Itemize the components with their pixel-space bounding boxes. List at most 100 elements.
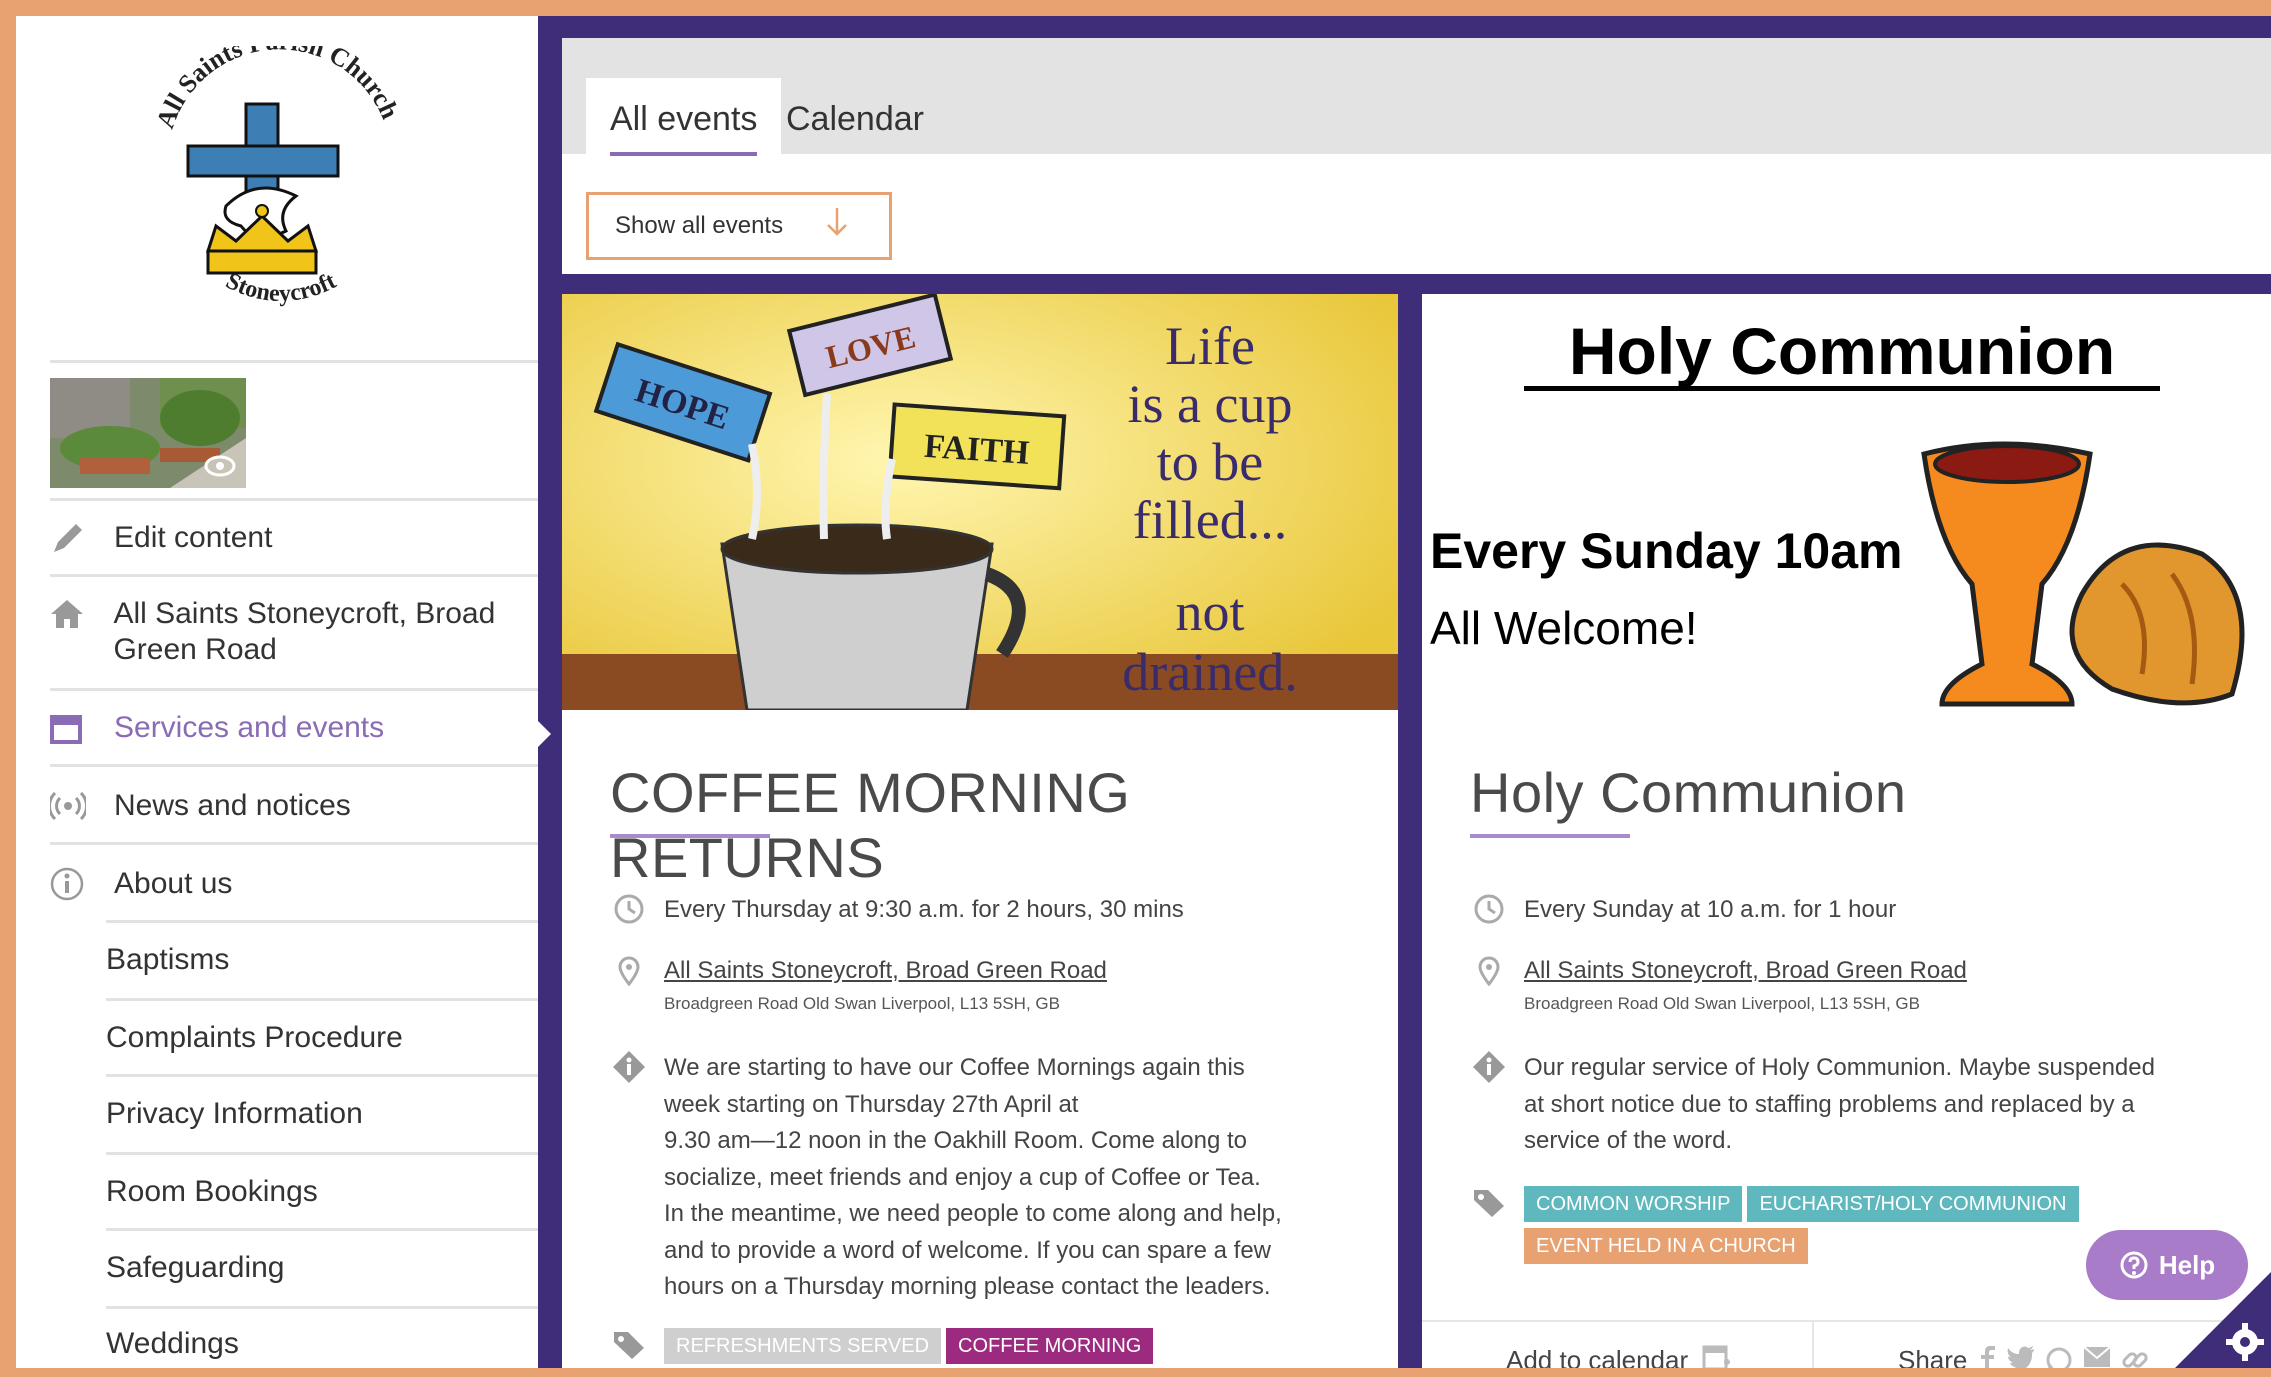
image-text: FAITH — [923, 428, 1030, 472]
whatsapp-icon[interactable] — [2045, 1346, 2073, 1368]
description-line: service of the word. — [1524, 1127, 1733, 1154]
show-all-events-dropdown[interactable]: Show all events — [586, 192, 892, 260]
venue-link[interactable]: All Saints Stoneycroft, Broad Green Road — [664, 954, 1107, 988]
facebook-icon[interactable] — [1979, 1346, 1997, 1368]
image-text: Every Sunday 10am — [1430, 523, 1903, 579]
divider — [106, 1306, 538, 1309]
clock-icon — [1470, 892, 1508, 926]
tag-event-in-church[interactable]: EVENT HELD IN A CHURCH — [1524, 1228, 1808, 1264]
sidebar-subitem-complaints[interactable]: Complaints Procedure — [106, 1020, 403, 1056]
image-text: Holy Communion — [1569, 314, 2115, 388]
image-text: is a cup — [1128, 374, 1293, 434]
event-card-coffee-morning: HOPE LOVE FAITH Life is a cup to be fill… — [562, 294, 1398, 1368]
image-text: All Welcome! — [1430, 602, 1698, 654]
tab-underline — [610, 152, 758, 156]
description-line: and to provide a word of welcome. If you… — [664, 1236, 1271, 1264]
sidebar: All Saints Parish Church Stoneycroft — [16, 16, 538, 1368]
description-line: at short notice due to staffing problems… — [1524, 1090, 2135, 1118]
divider — [50, 574, 538, 577]
divider — [106, 998, 538, 1001]
tab-all-events[interactable]: All events — [586, 78, 782, 156]
description-line: week starting on Thursday 27th April at — [664, 1090, 1079, 1118]
sidebar-item-about[interactable]: About us — [50, 866, 528, 902]
event-description: We are starting to have our Coffee Morni… — [610, 1050, 1358, 1306]
info-icon — [50, 866, 94, 902]
image-text: Life — [1165, 316, 1255, 376]
divider — [50, 688, 538, 691]
email-icon[interactable] — [2083, 1346, 2112, 1368]
image-text: to be — [1157, 432, 1263, 492]
event-schedule: Every Sunday at 10 a.m. for 1 hour — [1470, 892, 2231, 929]
divider — [106, 1228, 538, 1231]
event-card-holy-communion: Holy Communion Every Sunday 10am All Wel… — [1422, 294, 2271, 1368]
divider — [106, 920, 538, 923]
tab-label: Calendar — [786, 100, 924, 138]
title-underline — [610, 834, 770, 838]
tag-common-worship[interactable]: COMMON WORSHIP — [1524, 1186, 1743, 1222]
sidebar-item-services-events[interactable]: Services and events — [50, 710, 528, 746]
church-logo[interactable]: All Saints Parish Church Stoneycroft — [146, 46, 416, 336]
footer-divider — [1812, 1322, 1814, 1368]
broadcast-icon — [50, 788, 94, 824]
sidebar-subitem-safeguarding[interactable]: Safeguarding — [106, 1250, 284, 1286]
tab-label: All events — [610, 100, 758, 138]
tag-icon — [1470, 1186, 1508, 1220]
event-title[interactable]: COFFEE MORNING RETURNS — [610, 760, 1398, 890]
sidebar-item-edit-content[interactable]: Edit content — [50, 520, 528, 556]
venue-address: Broadgreen Road Old Swan Liverpool, L13 … — [664, 994, 1060, 1013]
description-line: socialize, meet friends and enjoy a cup … — [664, 1163, 1261, 1191]
map-pin-icon — [1470, 954, 1508, 988]
tab-bar: All events Calendar — [562, 38, 2271, 156]
sidebar-item-label: News and notices — [114, 789, 351, 822]
sidebar-subitem-room-bookings[interactable]: Room Bookings — [106, 1174, 318, 1210]
dropdown-label: Show all events — [615, 212, 784, 239]
info-diamond-icon — [610, 1050, 648, 1084]
image-text: drained. — [1122, 642, 1297, 702]
title-underline — [1470, 834, 1630, 838]
event-location: All Saints Stoneycroft, Broad Green Road… — [1470, 954, 2231, 1016]
event-description: Our regular service of Holy Communion. M… — [1470, 1050, 2231, 1160]
sidebar-subitem-privacy[interactable]: Privacy Information — [106, 1096, 363, 1132]
link-icon[interactable] — [2121, 1346, 2149, 1368]
clock-icon — [610, 892, 648, 926]
divider — [50, 498, 538, 501]
settings-corner-button[interactable] — [2175, 1272, 2271, 1368]
add-calendar-label: Add to calendar — [1506, 1344, 1689, 1369]
sidebar-item-news[interactable]: News and notices — [50, 788, 528, 824]
share-group: Share — [1898, 1322, 2149, 1368]
home-icon — [50, 596, 93, 632]
schedule-text: Every Sunday at 10 a.m. for 1 hour — [1524, 896, 1897, 923]
add-to-calendar-button[interactable]: Add to calendar — [1506, 1322, 1732, 1368]
tag-eucharist[interactable]: EUCHARIST/HOLY COMMUNION — [1747, 1186, 2079, 1222]
tag-refreshments-served[interactable]: REFRESHMENTS SERVED — [664, 1328, 942, 1364]
divider — [106, 1074, 538, 1077]
venue-link[interactable]: All Saints Stoneycroft, Broad Green Road — [1524, 954, 1967, 988]
sidebar-item-label: Services and events — [114, 711, 385, 744]
image-text: not — [1175, 582, 1244, 642]
sidebar-item-label: All Saints Stoneycroft, Broad Green Road — [113, 597, 496, 666]
tag-coffee-morning[interactable]: COFFEE MORNING — [946, 1328, 1154, 1364]
event-image[interactable]: Holy Communion Every Sunday 10am All Wel… — [1422, 294, 2271, 710]
page-frame: All Saints Parish Church Stoneycroft — [16, 16, 2271, 1368]
question-icon — [2120, 1251, 2148, 1279]
arrow-down-icon — [825, 206, 849, 247]
description-line: Our regular service of Holy Communion. M… — [1524, 1054, 2155, 1081]
share-label: Share — [1898, 1344, 1968, 1369]
sidebar-subitem-baptisms[interactable]: Baptisms — [106, 942, 229, 978]
schedule-text: Every Thursday at 9:30 a.m. for 2 hours,… — [664, 896, 1184, 923]
twitter-icon[interactable] — [2007, 1346, 2035, 1368]
calendar-icon — [50, 710, 94, 746]
event-image[interactable]: HOPE LOVE FAITH Life is a cup to be fill… — [562, 294, 1398, 710]
divider — [50, 764, 538, 767]
header-thumbnail[interactable] — [50, 378, 246, 488]
sidebar-subitem-weddings[interactable]: Weddings — [106, 1326, 239, 1362]
description-line: We are starting to have our Coffee Morni… — [664, 1054, 1245, 1081]
divider — [50, 360, 538, 363]
sidebar-item-home[interactable]: All Saints Stoneycroft, Broad Green Road — [50, 596, 528, 668]
active-indicator — [538, 721, 551, 747]
event-tags: REFRESHMENTS SERVED COFFEE MORNING — [610, 1328, 1358, 1368]
tag-icon — [610, 1328, 648, 1362]
event-title[interactable]: Holy Communion — [1470, 760, 1907, 825]
card-footer: Add to calendar Share — [1422, 1320, 2271, 1368]
tab-calendar[interactable]: Calendar — [762, 78, 948, 154]
